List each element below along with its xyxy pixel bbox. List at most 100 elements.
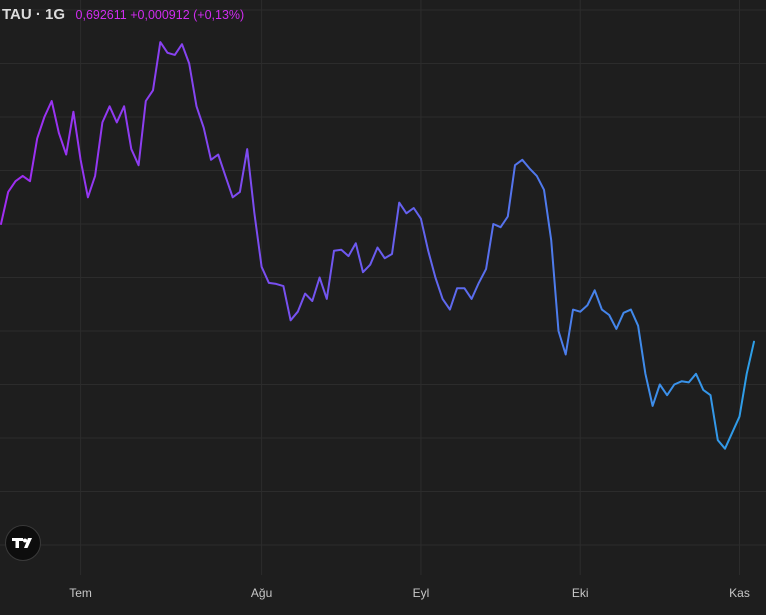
- data-point-56: [404, 211, 408, 215]
- data-point-86: [622, 311, 626, 315]
- data-point-16: [115, 120, 119, 124]
- data-point-65: [470, 297, 474, 301]
- data-point-39: [281, 284, 285, 288]
- data-point-99: [716, 438, 720, 442]
- data-point-96: [694, 372, 698, 376]
- data-point-26: [187, 62, 191, 66]
- data-point-68: [491, 222, 495, 226]
- data-point-50: [361, 270, 365, 274]
- data-point-44: [318, 276, 322, 280]
- data-point-19: [137, 163, 141, 167]
- data-point-97: [701, 388, 705, 392]
- data-point-57: [412, 206, 416, 210]
- symbol-interval-label[interactable]: TAU · 1G: [2, 6, 65, 23]
- data-point-60: [433, 276, 437, 280]
- grid: [0, 0, 766, 575]
- data-point-48: [347, 254, 351, 258]
- x-axis: Tem Ağu Eyl Eki Kas: [69, 586, 750, 600]
- price-chart[interactable]: Tem Ağu Eyl Eki Kas: [0, 0, 766, 615]
- price-change-readout: 0,692611 +0,000912 (+0,13%): [76, 8, 245, 22]
- data-point-1: [6, 190, 10, 194]
- data-point-92: [665, 393, 669, 397]
- data-point-37: [267, 281, 271, 285]
- data-point-20: [144, 99, 148, 103]
- data-point-100: [723, 447, 727, 451]
- data-point-11: [79, 158, 83, 162]
- data-point-10: [71, 110, 75, 114]
- data-point-61: [441, 297, 445, 301]
- data-point-93: [672, 383, 676, 387]
- data-point-2: [14, 179, 18, 183]
- data-point-94: [680, 379, 684, 383]
- data-point-84: [607, 313, 611, 317]
- data-point-34: [245, 147, 249, 151]
- data-point-90: [651, 404, 655, 408]
- data-point-88: [636, 324, 640, 328]
- data-point-23: [166, 51, 170, 55]
- data-point-78: [564, 353, 568, 357]
- data-point-72: [520, 158, 524, 162]
- data-point-53: [383, 256, 387, 260]
- data-point-43: [310, 299, 314, 303]
- data-point-81: [585, 303, 589, 307]
- x-tick-label-eki: Eki: [572, 586, 589, 600]
- data-point-77: [557, 329, 561, 333]
- data-point-98: [709, 393, 713, 397]
- data-point-7: [50, 99, 54, 103]
- data-point-3: [21, 174, 25, 178]
- data-point-87: [629, 308, 633, 312]
- price-line-series: [0, 41, 755, 450]
- data-point-32: [231, 195, 235, 199]
- data-point-4: [28, 179, 32, 183]
- data-point-80: [578, 310, 582, 314]
- data-point-49: [354, 241, 358, 245]
- data-point-13: [93, 174, 97, 178]
- price-change: +0,000912: [130, 8, 190, 22]
- data-point-83: [600, 308, 604, 312]
- data-point-52: [376, 246, 380, 250]
- data-point-31: [223, 174, 227, 178]
- data-point-21: [151, 88, 155, 92]
- data-point-58: [419, 217, 423, 221]
- data-point-8: [57, 131, 61, 135]
- data-point-95: [687, 380, 691, 384]
- data-point-17: [122, 104, 126, 108]
- chart-legend-header: TAU · 1G 0,692611 +0,000912 (+0,13%): [2, 6, 244, 24]
- data-point-6: [42, 115, 46, 119]
- data-point-74: [535, 174, 539, 178]
- data-point-22: [158, 40, 162, 44]
- data-point-30: [216, 153, 220, 157]
- data-point-89: [643, 372, 647, 376]
- data-point-18: [129, 147, 133, 151]
- data-point-71: [513, 163, 517, 167]
- data-point-62: [448, 308, 452, 312]
- data-point-40: [289, 318, 293, 322]
- data-point-33: [238, 190, 242, 194]
- data-point-12: [86, 195, 90, 199]
- x-tick-label-kas: Kas: [729, 586, 750, 600]
- data-point-63: [455, 286, 459, 290]
- tradingview-logo-glyph: [12, 538, 32, 548]
- data-point-103: [745, 372, 749, 376]
- x-tick-label-ağu: Ağu: [251, 586, 272, 600]
- series: [0, 40, 755, 451]
- data-point-54: [390, 252, 394, 256]
- data-point-46: [332, 249, 336, 253]
- data-point-41: [296, 310, 300, 314]
- data-point-64: [462, 286, 466, 290]
- data-point-35: [252, 211, 256, 215]
- data-point-82: [593, 288, 597, 292]
- data-point-70: [506, 215, 510, 219]
- data-point-24: [173, 53, 177, 57]
- data-point-29: [209, 158, 213, 162]
- data-point-55: [397, 201, 401, 205]
- data-point-14: [100, 120, 104, 124]
- data-point-38: [274, 282, 278, 286]
- data-point-66: [477, 281, 481, 285]
- tradingview-logo-icon[interactable]: [5, 525, 41, 561]
- data-point-27: [195, 104, 199, 108]
- data-point-15: [108, 104, 112, 108]
- data-point-69: [499, 225, 503, 229]
- data-point-59: [426, 249, 430, 253]
- data-point-9: [64, 153, 68, 157]
